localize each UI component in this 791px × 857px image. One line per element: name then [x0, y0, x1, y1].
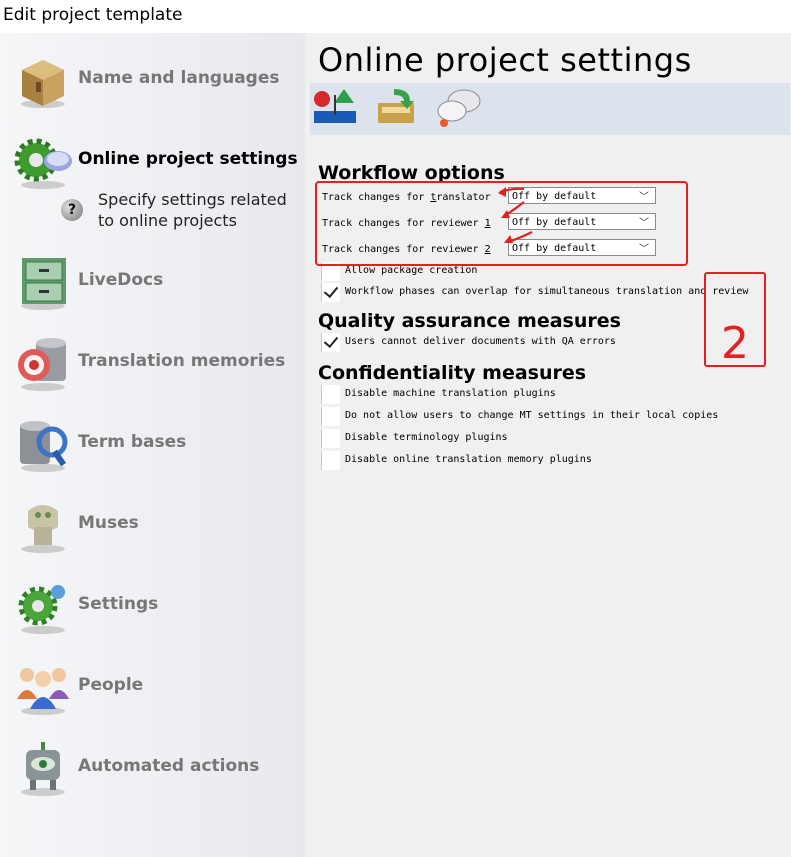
- muse-icon: [21, 505, 65, 553]
- box-icon: [21, 60, 65, 108]
- checkbox-label: Disable online translation memory plugin…: [345, 454, 592, 465]
- sidebar-item-term-bases[interactable]: Term bases: [14, 416, 304, 476]
- people-icon: [17, 668, 69, 715]
- toolbar-chat-button[interactable]: [434, 85, 484, 131]
- sidebar-item-label: Translation memories: [78, 351, 286, 371]
- sidebar-item-label: LiveDocs: [78, 270, 164, 290]
- sidebar-item-livedocs[interactable]: LiveDocs: [14, 254, 304, 314]
- sidebar-item-label: Term bases: [78, 432, 187, 452]
- checkbox-label: Workflow phases can overlap for simultan…: [345, 286, 749, 297]
- sidebar-item-translation-memories[interactable]: Translation memories: [14, 335, 304, 395]
- cabinet-icon: [21, 258, 66, 310]
- lock-mt-settings-checkbox[interactable]: [321, 407, 340, 426]
- gear-icon: [18, 585, 65, 634]
- sidebar-item-label: Name and languages: [78, 68, 280, 88]
- workflow-phases-overlap-checkbox[interactable]: [321, 283, 340, 302]
- checkbox-label: Allow package creation: [345, 265, 478, 276]
- sidebar-item-people[interactable]: People: [14, 659, 304, 719]
- sidebar-item-label: Online project settings: [78, 149, 298, 169]
- sidebar-item-online-project-settings[interactable]: Online project settings: [14, 133, 304, 193]
- qa-measures-heading: Quality assurance measures: [318, 310, 621, 332]
- disable-mt-plugins-checkbox[interactable]: [321, 385, 340, 404]
- toolbar-workflow-button[interactable]: [310, 85, 360, 131]
- toolbar: [310, 83, 790, 135]
- page-title: Online project settings: [318, 41, 692, 79]
- sidebar-item-name-and-languages[interactable]: Name and languages: [14, 52, 304, 112]
- chat-icon: [437, 89, 481, 127]
- checkbox-label: Do not allow users to change MT settings…: [345, 410, 719, 421]
- main-panel: Online project settings: [305, 33, 791, 857]
- annotation-number: 2: [704, 272, 766, 369]
- sidebar-item-label: People: [78, 675, 144, 695]
- sidebar-item-automated-actions[interactable]: Automated actions: [14, 740, 304, 800]
- annotation-arrows: [498, 187, 533, 244]
- window-title: Edit project template: [3, 5, 183, 25]
- termbase-icon: [20, 421, 68, 472]
- sidebar-item-description: Specify settings related to online proje…: [98, 190, 287, 230]
- help-icon: ?: [61, 199, 83, 221]
- checkbox-label: Disable machine translation plugins: [345, 388, 556, 399]
- sidebar-item-muses[interactable]: Muses: [14, 497, 304, 557]
- sidebar-item-settings[interactable]: Settings: [14, 578, 304, 638]
- disable-terminology-plugins-checkbox[interactable]: [321, 429, 340, 448]
- sidebar-item-label: Settings: [78, 594, 159, 614]
- qa-errors-checkbox[interactable]: [321, 333, 340, 352]
- confidentiality-measures-heading: Confidentiality measures: [318, 362, 587, 384]
- robot-icon: [21, 742, 65, 796]
- checkbox-label: Users cannot deliver documents with QA e…: [345, 336, 616, 347]
- disable-online-tm-plugins-checkbox[interactable]: [321, 451, 340, 470]
- server-gear-icon: [14, 138, 72, 189]
- checkbox-label: Disable terminology plugins: [345, 432, 508, 443]
- drawer-icon: [378, 89, 414, 123]
- sidebar-item-label: Automated actions: [78, 756, 260, 776]
- workflow-icon: [314, 89, 356, 123]
- toolbar-drawer-button[interactable]: [372, 85, 422, 131]
- sidebar-item-label: Muses: [78, 513, 139, 533]
- database-icon: [18, 338, 66, 391]
